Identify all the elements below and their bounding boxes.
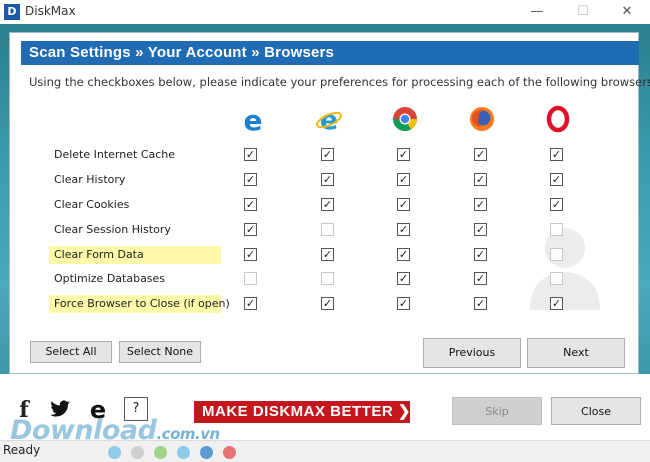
- checkbox-firefox-row-4[interactable]: ✓: [474, 248, 487, 261]
- checkbox-chrome-row-1[interactable]: ✓: [397, 173, 410, 186]
- status-dot-2: [154, 446, 167, 459]
- svg-text:e: e: [244, 105, 263, 133]
- previous-button[interactable]: Previous: [423, 338, 521, 368]
- checkbox-firefox-row-2[interactable]: ✓: [474, 198, 487, 211]
- help-icon[interactable]: ?: [124, 397, 148, 421]
- select-none-button[interactable]: Select None: [119, 341, 201, 363]
- checkbox-edge-row-3[interactable]: ✓: [244, 223, 257, 236]
- chrome-icon: [393, 107, 417, 132]
- checkbox-edge-row-0[interactable]: ✓: [244, 148, 257, 161]
- close-window-button[interactable]: ✕: [604, 0, 650, 24]
- checkbox-internet-explorer-row-3[interactable]: [321, 223, 334, 236]
- checkbox-firefox-row-1[interactable]: ✓: [474, 173, 487, 186]
- row-label-clear-history: Clear History: [54, 173, 126, 186]
- maximize-button[interactable]: ☐: [560, 0, 606, 24]
- close-button[interactable]: Close: [551, 397, 641, 425]
- row-label-optimize-databases: Optimize Databases: [54, 272, 166, 285]
- instructions-text: Using the checkboxes below, please indic…: [29, 75, 650, 89]
- internet-explorer-icon: e: [316, 105, 342, 133]
- next-button[interactable]: Next: [527, 338, 625, 368]
- checkbox-edge-row-1[interactable]: ✓: [244, 173, 257, 186]
- checkbox-firefox-row-0[interactable]: ✓: [474, 148, 487, 161]
- checkbox-opera-row-5[interactable]: [550, 272, 563, 285]
- checkbox-opera-row-6[interactable]: ✓: [550, 297, 563, 310]
- status-bar: [0, 440, 650, 462]
- checkbox-chrome-row-5[interactable]: ✓: [397, 272, 410, 285]
- checkbox-chrome-row-3[interactable]: ✓: [397, 223, 410, 236]
- make-diskmax-better-button[interactable]: MAKE DISKMAX BETTER ❯: [194, 401, 410, 423]
- checkbox-chrome-row-2[interactable]: ✓: [397, 198, 410, 211]
- checkbox-edge-row-4[interactable]: ✓: [244, 248, 257, 261]
- promo-label: MAKE DISKMAX BETTER: [202, 403, 394, 420]
- window-title: DiskMax: [25, 4, 76, 18]
- checkbox-edge-row-6[interactable]: ✓: [244, 297, 257, 310]
- checkbox-opera-row-2[interactable]: ✓: [550, 198, 563, 211]
- row-label-clear-cookies: Clear Cookies: [54, 198, 130, 211]
- checkbox-internet-explorer-row-2[interactable]: ✓: [321, 198, 334, 211]
- status-dot-0: [108, 446, 121, 459]
- checkbox-internet-explorer-row-5[interactable]: [321, 272, 334, 285]
- status-dot-1: [131, 446, 144, 459]
- checkbox-internet-explorer-row-4[interactable]: ✓: [321, 248, 334, 261]
- checkbox-edge-row-5[interactable]: [244, 272, 257, 285]
- checkbox-opera-row-1[interactable]: ✓: [550, 173, 563, 186]
- status-dot-4: [200, 446, 213, 459]
- checkbox-firefox-row-5[interactable]: ✓: [474, 272, 487, 285]
- ie-website-icon[interactable]: e: [86, 397, 110, 421]
- breadcrumb: Scan Settings » Your Account » Browsers: [29, 44, 335, 61]
- checkbox-chrome-row-0[interactable]: ✓: [397, 148, 410, 161]
- select-all-button[interactable]: Select All: [30, 341, 112, 363]
- opera-icon: [546, 105, 570, 133]
- twitter-icon[interactable]: [48, 397, 72, 421]
- skip-button[interactable]: Skip: [452, 397, 542, 425]
- promo-arrow-icon: ❯: [397, 403, 411, 420]
- checkbox-chrome-row-4[interactable]: ✓: [397, 248, 410, 261]
- status-text: Ready: [3, 443, 41, 457]
- status-dot-3: [177, 446, 190, 459]
- checkbox-internet-explorer-row-0[interactable]: ✓: [321, 148, 334, 161]
- row-label-force-browser-close: Force Browser to Close (if open): [49, 295, 230, 313]
- checkbox-internet-explorer-row-1[interactable]: ✓: [321, 173, 334, 186]
- checkbox-internet-explorer-row-6[interactable]: ✓: [321, 297, 334, 310]
- checkbox-opera-row-4[interactable]: [550, 248, 563, 261]
- checkbox-firefox-row-3[interactable]: ✓: [474, 223, 487, 236]
- row-label-clear-form-data: Clear Form Data: [49, 246, 221, 264]
- checkbox-firefox-row-6[interactable]: ✓: [474, 297, 487, 310]
- checkbox-opera-row-3[interactable]: [550, 223, 563, 236]
- row-label-clear-session-history: Clear Session History: [54, 223, 171, 236]
- edge-icon: e: [244, 105, 263, 133]
- user-silhouette-icon: [530, 228, 600, 310]
- minimize-button[interactable]: —: [514, 0, 560, 24]
- status-dot-5: [223, 446, 236, 459]
- app-logo-icon: D: [4, 4, 20, 20]
- facebook-icon[interactable]: f: [12, 397, 36, 423]
- svg-text:e: e: [90, 397, 106, 421]
- checkbox-edge-row-2[interactable]: ✓: [244, 198, 257, 211]
- firefox-icon: [470, 107, 494, 131]
- checkbox-chrome-row-6[interactable]: ✓: [397, 297, 410, 310]
- checkbox-opera-row-0[interactable]: ✓: [550, 148, 563, 161]
- row-label-delete-internet-cache: Delete Internet Cache: [54, 148, 176, 161]
